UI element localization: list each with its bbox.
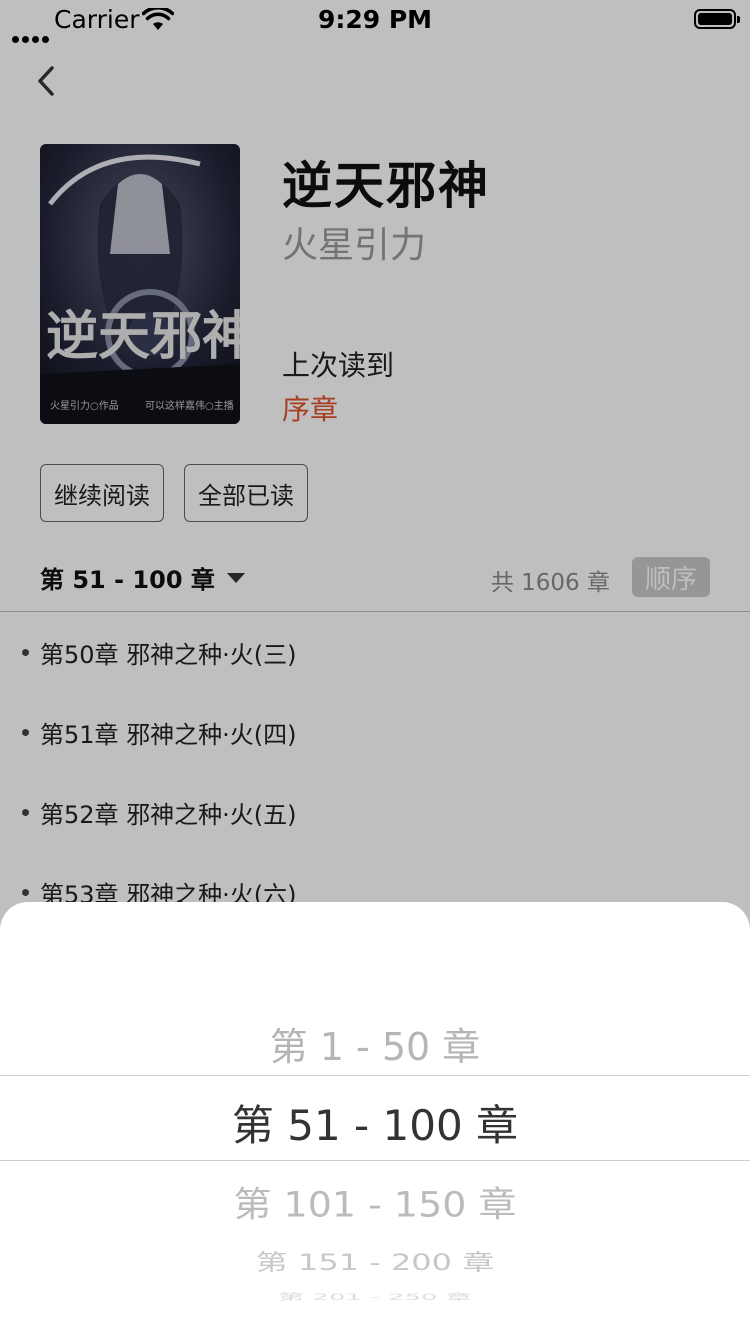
picker-selection-line-bottom [0,1160,750,1161]
chapter-range-picker-sheet: 第 1 - 50 章 第 51 - 100 章 第 101 - 150 章 第 … [0,902,750,1334]
picker-option[interactable]: 第 1 - 50 章 [0,1016,750,1071]
screen: Carrier 9:29 PM 逆天邪神 火星引力○作品 可以这样嘉伟○主播 逆… [0,0,750,1334]
picker-option-selected[interactable]: 第 51 - 100 章 [0,1092,750,1153]
picker-option[interactable]: 第 151 - 200 章 [0,1245,750,1277]
picker-option[interactable]: 第 101 - 150 章 [0,1176,750,1227]
picker-selection-line-top [0,1075,750,1076]
picker-option[interactable]: 第 201 - 250 章 [0,1290,750,1303]
